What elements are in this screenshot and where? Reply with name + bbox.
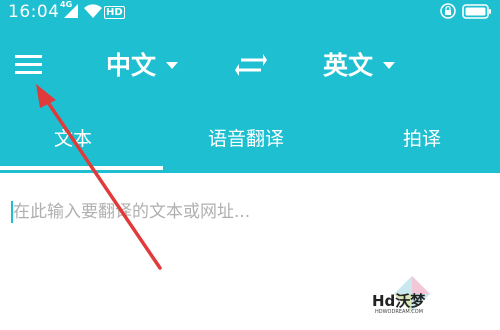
- source-language-label: 中文: [106, 51, 157, 80]
- watermark-subtitle: HDWODREAM.COM: [375, 309, 424, 315]
- translator-app: 16:04 4G HD 中文 英文 文本 语音翻译 拍译 在此输入要翻译的文本或…: [0, 0, 500, 330]
- hamburger-menu-icon[interactable]: [10, 48, 46, 80]
- battery-icon: [462, 4, 491, 19]
- target-language-label: 英文: [323, 51, 374, 80]
- swap-arrows-icon[interactable]: [234, 50, 268, 80]
- chevron-down-icon: [166, 61, 179, 69]
- app-header: 16:04 4G HD 中文 英文 文本 语音翻译 拍译: [0, 0, 500, 173]
- status-bar: 16:04 4G HD: [0, 0, 500, 26]
- lock-icon: [440, 3, 456, 19]
- language-toolbar: 中文 英文: [0, 34, 500, 96]
- target-language-selector[interactable]: 英文: [323, 46, 396, 82]
- tab-text[interactable]: 文本: [54, 124, 92, 151]
- signal-icon: [64, 4, 78, 18]
- source-language-selector[interactable]: 中文: [106, 46, 179, 82]
- hd-badge: HD: [104, 6, 125, 19]
- active-tab-indicator: [0, 166, 163, 170]
- wifi-icon: [84, 4, 102, 19]
- translation-text-input[interactable]: [9, 197, 493, 227]
- chevron-down-icon: [383, 61, 396, 69]
- tab-photo-translate[interactable]: 拍译: [403, 124, 441, 151]
- watermark-title: Hd沃梦: [372, 292, 426, 310]
- status-time: 16:04: [8, 2, 60, 22]
- mode-tabs: 文本 语音翻译 拍译: [0, 112, 500, 170]
- watermark-logo: Hd沃梦 HDWODREAM.COM: [366, 276, 476, 324]
- tab-voice-translate[interactable]: 语音翻译: [208, 124, 284, 151]
